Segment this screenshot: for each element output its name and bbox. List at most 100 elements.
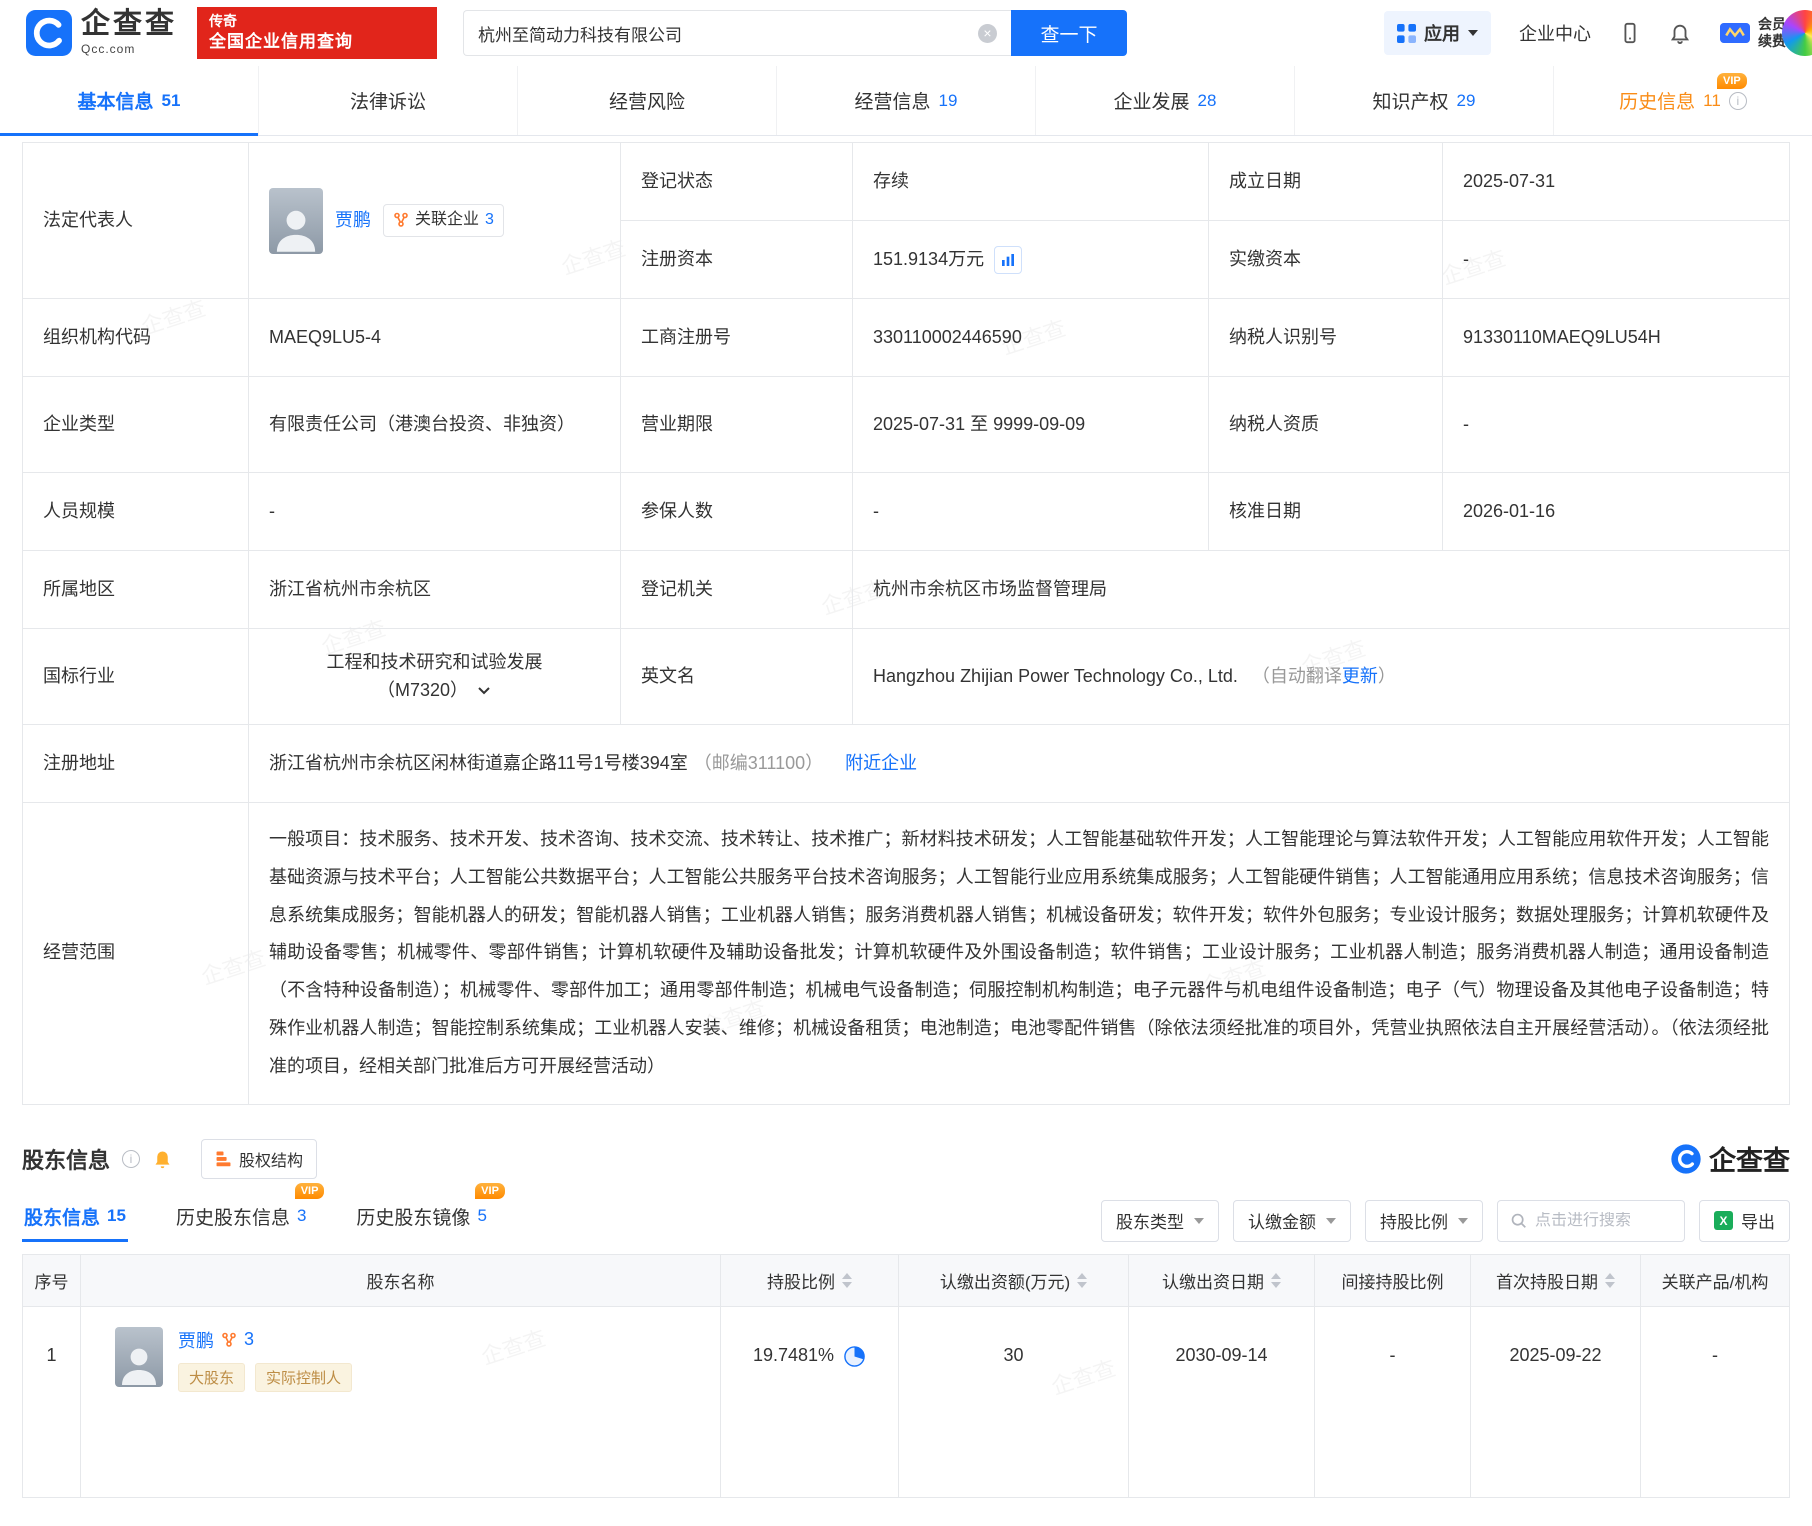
filter-subscribed-amount[interactable]: 认缴金额 [1233, 1200, 1351, 1242]
field-value-industry: 工程和技术研究和试验发展 （M7320） [249, 629, 621, 725]
tab-shareholders-mirror[interactable]: 历史股东镜像 5 VIP [354, 1191, 488, 1242]
search-input[interactable] [478, 23, 978, 43]
pie-chart-icon[interactable] [843, 1345, 866, 1368]
field-label-reg-capital: 注册资本 [621, 221, 853, 299]
field-value-region: 浙江省杭州市余杭区 [249, 551, 621, 629]
top-nav: 应用 企业中心 会员 续费 [1384, 11, 1786, 55]
field-label-authority: 登记机关 [621, 551, 853, 629]
shareholder-related-count[interactable]: 3 [244, 1329, 254, 1350]
clear-search-icon[interactable]: × [978, 24, 997, 43]
field-value-reg-status: 存续 [853, 143, 1209, 221]
column-header-sub-date[interactable]: 认缴出资日期 [1129, 1255, 1315, 1307]
shareholders-toolbar: 股东信息 15 历史股东信息 3 VIP 历史股东镜像 5 VIP 股东类型 [22, 1191, 1790, 1242]
related-companies-count: 3 [485, 208, 494, 233]
capital-chart-icon[interactable] [994, 246, 1022, 274]
field-value-company-type: 有限责任公司（港澳台投资、非独资） [249, 377, 621, 473]
en-name-note-close: ） [1378, 663, 1396, 691]
tab-label: 基本信息 [78, 87, 154, 114]
info-icon[interactable]: i [122, 1150, 140, 1168]
tab-operating-risk[interactable]: 经营风险 [517, 66, 776, 135]
field-label-est-date: 成立日期 [1209, 143, 1443, 221]
promo-line1: 传奇 [209, 12, 425, 31]
column-header-ratio[interactable]: 持股比例 [721, 1255, 899, 1307]
sort-icon[interactable] [842, 1273, 852, 1288]
translate-update-link[interactable]: 更新 [1342, 663, 1378, 691]
qcc-logo[interactable]: 企查查 Qcc.com [26, 10, 177, 56]
industry-code-text: （M7320） [377, 677, 468, 705]
mobile-app-icon[interactable] [1619, 22, 1641, 44]
tab-shareholders-current[interactable]: 股东信息 15 [22, 1191, 128, 1242]
column-header-label: 间接持股比例 [1342, 1268, 1444, 1293]
browser-plugin-icon[interactable] [1782, 10, 1812, 56]
tab-count: 15 [107, 1206, 126, 1226]
shareholder-name-link[interactable]: 贾鹏 [178, 1327, 214, 1353]
tab-count: 3 [297, 1206, 306, 1226]
field-label-taxpayer-id: 纳税人识别号 [1209, 299, 1443, 377]
shareholder-ratio-cell: 19.7481% [721, 1307, 899, 1497]
field-value-est-date: 2025-07-31 [1443, 143, 1789, 221]
equity-structure-button[interactable]: 股权结构 [201, 1139, 317, 1179]
column-header-label: 首次持股日期 [1496, 1268, 1598, 1293]
sort-icon[interactable] [1077, 1273, 1087, 1288]
column-header-index: 序号 [23, 1255, 81, 1307]
tab-intellectual-property[interactable]: 知识产权 29 [1294, 66, 1553, 135]
shareholders-table: 序号 股东名称 持股比例 认缴出资额(万元) 认缴出资日期 间接持股比例 首次持… [22, 1254, 1790, 1498]
monitor-bell-icon[interactable] [152, 1148, 173, 1169]
address-postal-text: （邮编311100） [694, 750, 823, 778]
shareholder-related-products: - [1641, 1307, 1789, 1497]
field-label-taxpayer-qual: 纳税人资质 [1209, 377, 1443, 473]
apps-grid-icon [1397, 24, 1416, 43]
tab-legal-litigation[interactable]: 法律诉讼 [258, 66, 517, 135]
vip-badge: VIP [475, 1183, 505, 1199]
nearby-companies-link[interactable]: 附近企业 [845, 750, 917, 778]
field-label-approval-date: 核准日期 [1209, 473, 1443, 551]
field-label-company-type: 企业类型 [23, 377, 249, 473]
shareholder-first-date: 2025-09-22 [1471, 1307, 1641, 1497]
info-icon[interactable]: i [1729, 92, 1747, 110]
industry-text: 工程和技术研究和试验发展 [327, 649, 543, 677]
related-companies-button[interactable]: 关联企业 3 [383, 204, 504, 237]
shareholder-search-input[interactable] [1535, 1212, 1672, 1230]
shareholders-section: 股东信息 i 股权结构 企查查 股东信息 1 [22, 1139, 1790, 1498]
tab-label: 历史信息 [1619, 87, 1695, 114]
equity-network-icon[interactable] [221, 1332, 237, 1348]
field-value-reg-capital: 151.9134万元 [853, 221, 1209, 299]
field-label-industry: 国标行业 [23, 629, 249, 725]
legal-rep-name-link[interactable]: 贾鹏 [335, 207, 371, 235]
chevron-down-icon [1468, 30, 1478, 36]
enterprise-center-link[interactable]: 企业中心 [1519, 20, 1591, 46]
tab-operating-info[interactable]: 经营信息 19 [776, 66, 1035, 135]
shareholder-sub-date: 2030-09-14 [1129, 1307, 1315, 1497]
export-button[interactable]: X 导出 [1699, 1200, 1790, 1242]
promo-line2: 全国企业信用查询 [209, 31, 425, 54]
column-header-first-date[interactable]: 首次持股日期 [1471, 1255, 1641, 1307]
search-icon [1510, 1212, 1527, 1229]
tab-shareholders-history[interactable]: 历史股东信息 3 VIP [174, 1191, 308, 1242]
sort-icon[interactable] [1271, 1273, 1281, 1288]
notification-bell-icon[interactable] [1669, 22, 1691, 44]
apps-menu[interactable]: 应用 [1384, 11, 1491, 55]
vip-renew-button[interactable]: 会员 续费 [1719, 16, 1786, 51]
tab-label: 历史股东镜像 [356, 1203, 470, 1230]
search-button[interactable]: 查一下 [1011, 10, 1127, 56]
field-label-legal-rep: 法定代表人 [23, 143, 249, 299]
tab-basic-info[interactable]: 基本信息 51 [0, 66, 258, 135]
column-header-amount[interactable]: 认缴出资额(万元) [899, 1255, 1129, 1307]
reg-capital-text: 151.9134万元 [873, 246, 984, 274]
tab-count: 11 [1703, 91, 1721, 111]
shareholder-photo[interactable] [115, 1327, 163, 1387]
shareholder-search-box [1497, 1200, 1685, 1242]
field-value-org-code: MAEQ9LU5-4 [249, 299, 621, 377]
filter-share-ratio[interactable]: 持股比例 [1365, 1200, 1483, 1242]
vip-badge: VIP [1717, 73, 1747, 89]
tab-enterprise-development[interactable]: 企业发展 28 [1035, 66, 1294, 135]
filter-shareholder-type[interactable]: 股东类型 [1101, 1200, 1219, 1242]
field-value-authority: 杭州市余杭区市场监督管理局 [853, 551, 1789, 629]
chevron-down-icon[interactable] [476, 682, 492, 698]
equity-structure-label: 股权结构 [239, 1147, 303, 1171]
legal-rep-photo[interactable] [269, 188, 323, 254]
column-header-name: 股东名称 [81, 1255, 721, 1307]
sort-icon[interactable] [1605, 1273, 1615, 1288]
tab-count: 29 [1457, 91, 1476, 111]
tab-history-info[interactable]: VIP 历史信息 11 i [1553, 66, 1812, 135]
